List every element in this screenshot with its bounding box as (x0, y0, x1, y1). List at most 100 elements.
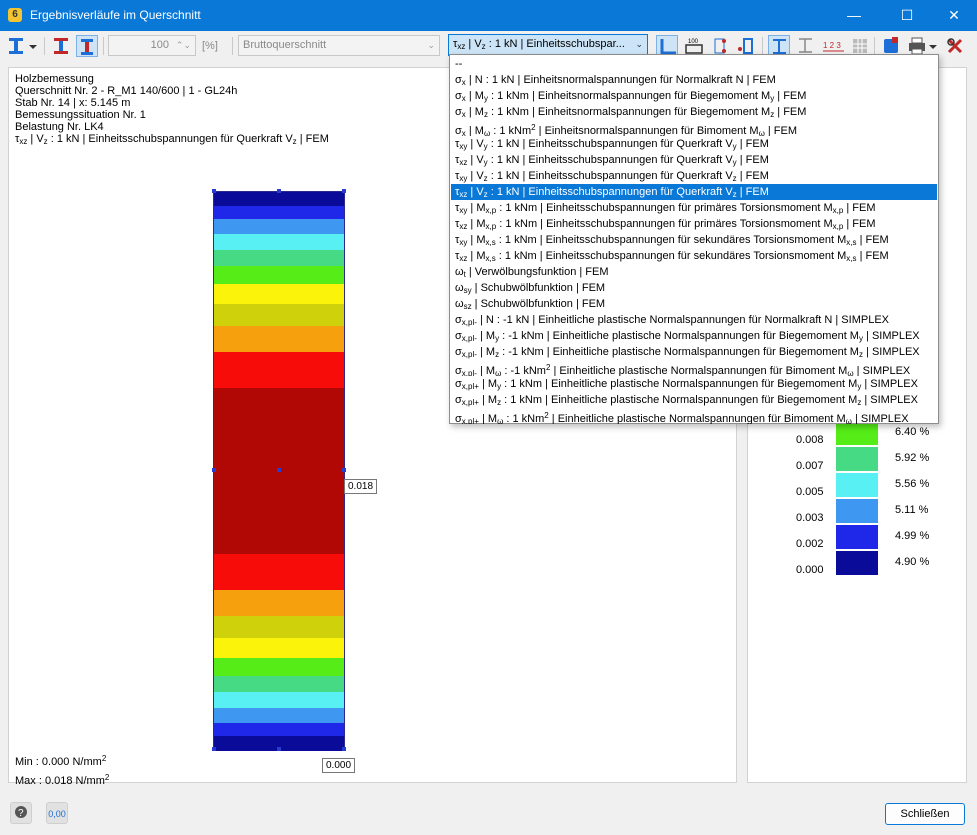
chevron-down-icon: ⌃⌄ (175, 40, 191, 50)
svg-text:100: 100 (688, 39, 699, 45)
edge-marker (277, 747, 281, 751)
dropdown-option[interactable]: σx,pl- | N : -1 kN | Einheitliche plasti… (451, 312, 937, 328)
edge-marker (342, 747, 346, 751)
min-value: Min : 0.000 N/mm2 (15, 754, 107, 768)
info-result-type: τxz | Vz : 1 kN | Einheitsschubspannunge… (15, 133, 329, 146)
edge-marker (277, 189, 281, 193)
value-label-min: 0.000 (322, 758, 356, 773)
svg-text:1 2 3: 1 2 3 (823, 41, 841, 50)
legend-color-swatch (836, 499, 878, 523)
stress-band (214, 250, 344, 266)
dropdown-option[interactable]: ωt | Verwölbungsfunktion | FEM (451, 264, 937, 280)
legend-percent: 4.99 % (895, 530, 930, 542)
dropdown-option[interactable]: σx,pl+ | Mω : 1 kNm2 | Einheitliche plas… (451, 408, 937, 424)
section-info: Holzbemessung Querschnitt Nr. 2 - R_M1 1… (15, 73, 329, 148)
legend-color-swatch (836, 525, 878, 549)
dropdown-option[interactable]: σx | Mz : 1 kNm | Einheitsnormalspannung… (451, 104, 937, 120)
legend-percent: 5.56 % (895, 478, 930, 490)
bottom-bar (0, 790, 977, 835)
legend-value: 0.002 (796, 538, 824, 550)
info-module: Holzbemessung (15, 73, 94, 85)
value-label-max: 0.018 (344, 479, 378, 494)
dropdown-option[interactable]: σx | N : 1 kN | Einheitsnormalspannungen… (451, 72, 937, 88)
decimals-icon[interactable]: 0,00 (46, 802, 68, 824)
info-design-situation: Bemessungssituation Nr. 1 (15, 109, 146, 121)
result-type-value: τxz | Vz : 1 kN | Einheitsschubspar... (453, 38, 625, 51)
dropdown-option[interactable]: σx,pl- | Mz : -1 kNm | Einheitliche plas… (451, 344, 937, 360)
dropdown-option[interactable]: τxz | Mx,s : 1 kNm | Einheitsschubspannu… (451, 248, 937, 264)
chevron-down-icon[interactable] (26, 35, 40, 57)
stress-band (214, 638, 344, 658)
stress-band (214, 266, 344, 284)
zoom-unit: [%] (202, 40, 218, 52)
result-type-dropdown-list[interactable]: -- σx | N : 1 kN | Einheitsnormalspannung… (449, 54, 939, 424)
section-display-icon[interactable] (6, 35, 28, 57)
window-title: Ergebnisverläufe im Querschnitt (30, 8, 201, 22)
toolbar-separator (762, 37, 763, 55)
section-type-value: Bruttoquerschnitt (243, 39, 327, 51)
legend-color-swatch (836, 447, 878, 471)
stress-band (214, 692, 344, 708)
dropdown-option[interactable]: τxy | Mx,p : 1 kNm | Einheitsschubspannu… (451, 200, 937, 216)
min-max-values: Min : 0.000 N/mm2 Max : 0.018 N/mm2 (15, 751, 109, 789)
section-stress-icon[interactable] (50, 35, 72, 57)
app-icon: 6 (8, 8, 22, 22)
close-window-button[interactable]: ✕ (931, 0, 977, 31)
dropdown-option[interactable]: τxy | Mx,s : 1 kNm | Einheitsschubspannu… (451, 232, 937, 248)
dropdown-option[interactable]: ωsz | Schubwölbfunktion | FEM (451, 296, 937, 312)
section-type-select[interactable]: Bruttoquerschnitt ⌄ (238, 35, 440, 56)
title-bar: 6 Ergebnisverläufe im Querschnitt — ☐ ✕ (0, 0, 977, 31)
stress-band (214, 708, 344, 723)
zoom-value: 100 (150, 39, 169, 51)
toolbar-separator (232, 37, 233, 55)
toolbar-separator (44, 37, 45, 55)
chevron-down-icon: ⌄ (635, 39, 643, 49)
stress-band (214, 234, 344, 250)
dropdown-option[interactable]: -- (451, 56, 937, 72)
maximize-button[interactable]: ☐ (884, 0, 930, 31)
stress-band (214, 219, 344, 234)
legend-percent: 5.92 % (895, 452, 930, 464)
legend-color-swatch (836, 473, 878, 497)
dropdown-option[interactable]: τxy | Vy : 1 kN | Einheitsschubspannunge… (451, 136, 937, 152)
dropdown-option[interactable]: σx,pl+ | My : 1 kNm | Einheitliche plast… (451, 376, 937, 392)
toolbar-separator (103, 37, 104, 55)
stress-band (214, 676, 344, 692)
dropdown-option[interactable]: τxz | Mx,p : 1 kNm | Einheitsschubspannu… (451, 216, 937, 232)
section-shear-icon[interactable] (76, 35, 98, 57)
stress-band (214, 304, 344, 326)
legend-percent: 6.40 % (895, 426, 930, 438)
dropdown-option[interactable]: τxz | Vz : 1 kN | Einheitsschubspannunge… (451, 184, 937, 200)
dropdown-option[interactable]: σx,pl+ | Mz : 1 kNm | Einheitliche plast… (451, 392, 937, 408)
chevron-down-icon: ⌄ (427, 40, 435, 50)
info-member: Stab Nr. 14 | x: 5.145 m (15, 97, 131, 109)
dropdown-option[interactable]: τxy | Vz : 1 kN | Einheitsschubspannunge… (451, 168, 937, 184)
edge-marker (277, 468, 281, 472)
legend-value: 0.003 (796, 512, 824, 524)
reset-view-icon[interactable] (944, 35, 966, 57)
close-button[interactable]: Schließen (885, 803, 965, 825)
dropdown-option[interactable]: τxz | Vy : 1 kN | Einheitsschubspannunge… (451, 152, 937, 168)
edge-marker (342, 189, 346, 193)
toolbar-separator (874, 37, 875, 55)
dropdown-option[interactable]: σx | My : 1 kNm | Einheitsnormalspannung… (451, 88, 937, 104)
legend-percent: 4.90 % (895, 556, 930, 568)
dropdown-option[interactable]: σx,pl- | My : -1 kNm | Einheitliche plas… (451, 328, 937, 344)
svg-text:?: ? (18, 808, 24, 819)
result-type-select[interactable]: τxz | Vz : 1 kN | Einheitsschubspar... ⌄ (448, 34, 648, 56)
legend-value: 0.005 (796, 486, 824, 498)
stress-band (214, 658, 344, 676)
edge-marker (212, 747, 216, 751)
zoom-spinner[interactable]: 100 ⌃⌄ (108, 35, 196, 56)
minimize-button[interactable]: — (831, 0, 877, 31)
dropdown-option[interactable]: σx,pl- | Mω : -1 kNm2 | Einheitliche pla… (451, 360, 937, 376)
legend-color-swatch (836, 551, 878, 575)
dropdown-option[interactable]: σx | Mω : 1 kNm2 | Einheitsnormalspannun… (451, 120, 937, 136)
stress-band (214, 554, 344, 590)
info-section: Querschnitt Nr. 2 - R_M1 140/600 | 1 - G… (15, 85, 238, 97)
max-value: Max : 0.018 N/mm2 (15, 773, 110, 787)
stress-band (214, 192, 344, 206)
help-icon[interactable]: ? (10, 802, 32, 824)
dropdown-option[interactable]: ωsy | Schubwölbfunktion | FEM (451, 280, 937, 296)
edge-marker (212, 189, 216, 193)
